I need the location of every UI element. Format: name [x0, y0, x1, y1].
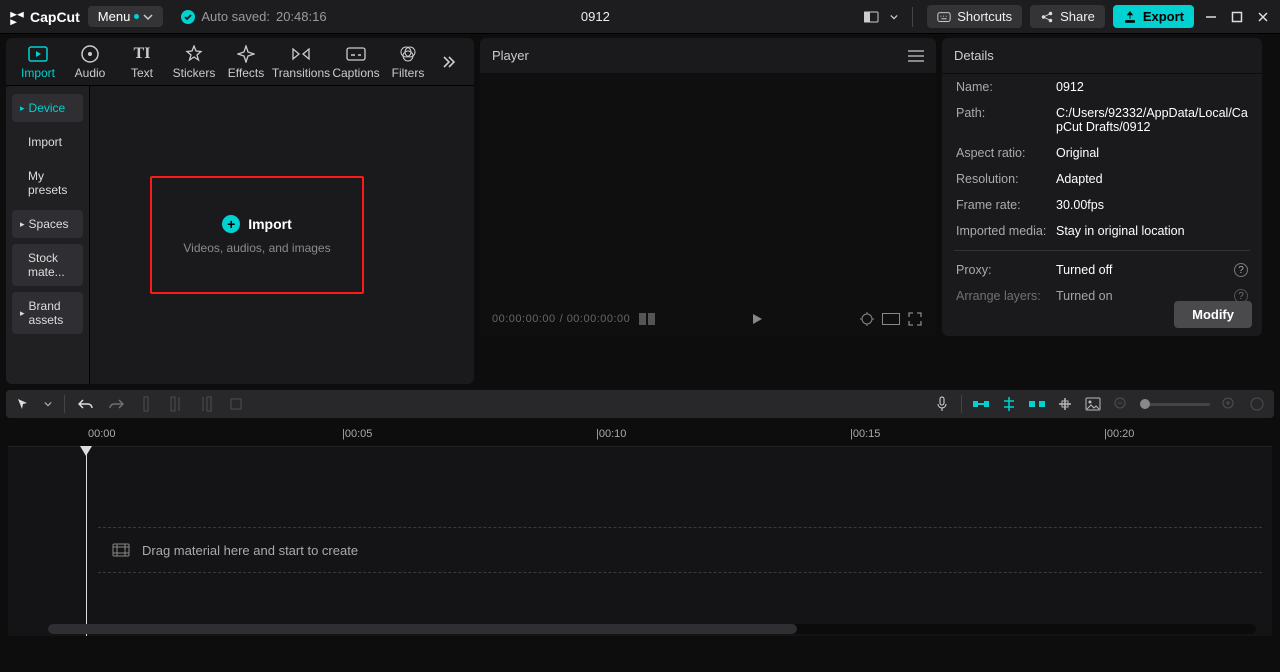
split-left-icon[interactable] — [167, 395, 185, 413]
zoom-out-icon[interactable] — [1112, 395, 1130, 413]
player-title: Player — [492, 48, 529, 63]
window-close[interactable] — [1254, 8, 1272, 26]
timeline-tools — [6, 390, 1274, 418]
ratio-icon[interactable] — [882, 310, 900, 328]
sidebar-item-device[interactable]: ▸Device — [12, 94, 83, 122]
details-title: Details — [954, 48, 994, 63]
captions-icon — [346, 44, 366, 64]
tab-stickers[interactable]: Stickers — [170, 42, 218, 82]
titlebar: CapCut Menu Auto saved: 20:48:16 0912 Sh… — [0, 0, 1280, 34]
modify-button[interactable]: Modify — [1174, 301, 1252, 328]
filters-icon — [398, 44, 418, 64]
export-button[interactable]: Export — [1113, 5, 1194, 28]
details-name: 0912 — [1056, 80, 1248, 94]
cursor-tool-icon[interactable] — [14, 395, 32, 413]
sidebar-item-stock[interactable]: Stock mate... — [12, 244, 83, 286]
autosave-status: Auto saved: 20:48:16 — [181, 9, 326, 24]
tab-text[interactable]: TI Text — [118, 42, 166, 82]
menu-button[interactable]: Menu — [88, 6, 164, 27]
audio-icon — [80, 44, 100, 64]
sidebar-item-brand[interactable]: ▸Brand assets — [12, 292, 83, 334]
player-panel: Player 00:00:00:00 / 00:00:00:00 — [480, 38, 936, 336]
share-button[interactable]: Share — [1030, 5, 1105, 28]
sidebar-item-import[interactable]: Import — [12, 128, 83, 156]
sidebar-item-presets[interactable]: My presets — [12, 162, 83, 204]
expand-tabs-icon[interactable] — [436, 50, 460, 74]
split-icon[interactable] — [137, 395, 155, 413]
tab-transitions[interactable]: Transitions — [274, 42, 328, 82]
share-icon — [1040, 10, 1054, 24]
details-aspect: Original — [1056, 146, 1248, 160]
shortcuts-button[interactable]: Shortcuts — [927, 5, 1022, 28]
text-icon: TI — [132, 44, 152, 64]
redo-icon[interactable] — [107, 395, 125, 413]
details-proxy: Turned off — [1056, 263, 1234, 277]
tab-import[interactable]: Import — [14, 42, 62, 82]
reframe-icon[interactable] — [858, 310, 876, 328]
tab-audio[interactable]: Audio — [66, 42, 114, 82]
timeline[interactable]: Drag material here and start to create — [8, 446, 1272, 636]
time-total: 00:00:00:00 — [567, 313, 631, 325]
undo-icon[interactable] — [77, 395, 95, 413]
timeline-ruler[interactable]: 00:00 |00:05 |00:10 |00:15 |00:20 — [8, 424, 1272, 446]
sidebar-item-spaces[interactable]: ▸Spaces — [12, 210, 83, 238]
delete-clip-icon[interactable] — [227, 395, 245, 413]
timeline-drop-hint: Drag material here and start to create — [98, 527, 1262, 573]
effects-icon — [236, 44, 256, 64]
sticker-icon — [184, 44, 204, 64]
import-tab-icon — [28, 44, 48, 64]
plus-icon: + — [222, 215, 240, 233]
film-icon — [112, 543, 130, 557]
preview-axis-icon[interactable] — [1056, 395, 1074, 413]
details-panel: Details Name:0912 Path:C:/Users/92332/Ap… — [942, 38, 1262, 336]
play-button[interactable] — [748, 310, 766, 328]
playhead[interactable] — [86, 447, 87, 636]
fit-icon[interactable] — [1248, 395, 1266, 413]
cover-icon[interactable] — [1084, 395, 1102, 413]
tab-effects[interactable]: Effects — [222, 42, 270, 82]
tab-captions[interactable]: Captions — [332, 42, 380, 82]
chevron-down-icon[interactable] — [890, 13, 898, 21]
check-circle-icon — [181, 10, 195, 24]
keyboard-icon — [937, 10, 951, 24]
window-minimize[interactable] — [1202, 8, 1220, 26]
help-icon[interactable]: ? — [1234, 263, 1248, 277]
magnet-track-icon[interactable] — [1000, 395, 1018, 413]
layout-icon[interactable] — [864, 8, 882, 26]
zoom-slider[interactable] — [1140, 403, 1210, 406]
transitions-icon — [291, 44, 311, 64]
tab-filters[interactable]: Filters — [384, 42, 432, 82]
import-sidebar: ▸Device Import My presets ▸Spaces Stock … — [6, 86, 90, 384]
split-right-icon[interactable] — [197, 395, 215, 413]
import-title: Import — [248, 216, 292, 232]
window-maximize[interactable] — [1228, 8, 1246, 26]
details-framerate: 30.00fps — [1056, 198, 1248, 212]
linkage-icon[interactable] — [1028, 395, 1046, 413]
time-current: 00:00:00:00 — [492, 313, 556, 325]
import-drop-area[interactable]: + Import Videos, audios, and images — [150, 176, 364, 294]
project-title: 0912 — [327, 9, 865, 24]
media-tabs: Import Audio TI Text Stickers Effects — [6, 38, 474, 86]
compare-icon[interactable] — [638, 310, 656, 328]
mic-icon[interactable] — [933, 395, 951, 413]
chevron-down-icon[interactable] — [44, 400, 52, 408]
player-menu-icon[interactable] — [908, 50, 924, 62]
fullscreen-icon[interactable] — [906, 310, 924, 328]
zoom-in-icon[interactable] — [1220, 395, 1238, 413]
magnet-main-icon[interactable] — [972, 395, 990, 413]
chevron-down-icon — [143, 12, 153, 22]
app-logo: CapCut — [8, 8, 80, 26]
details-imported: Stay in original location — [1056, 224, 1248, 238]
details-resolution: Adapted — [1056, 172, 1248, 186]
logo-icon — [8, 8, 26, 26]
details-path: C:/Users/92332/AppData/Local/CapCut Draf… — [1056, 106, 1248, 134]
export-icon — [1123, 10, 1137, 24]
import-subtitle: Videos, audios, and images — [183, 241, 330, 255]
timeline-scrollbar[interactable] — [48, 624, 1256, 634]
